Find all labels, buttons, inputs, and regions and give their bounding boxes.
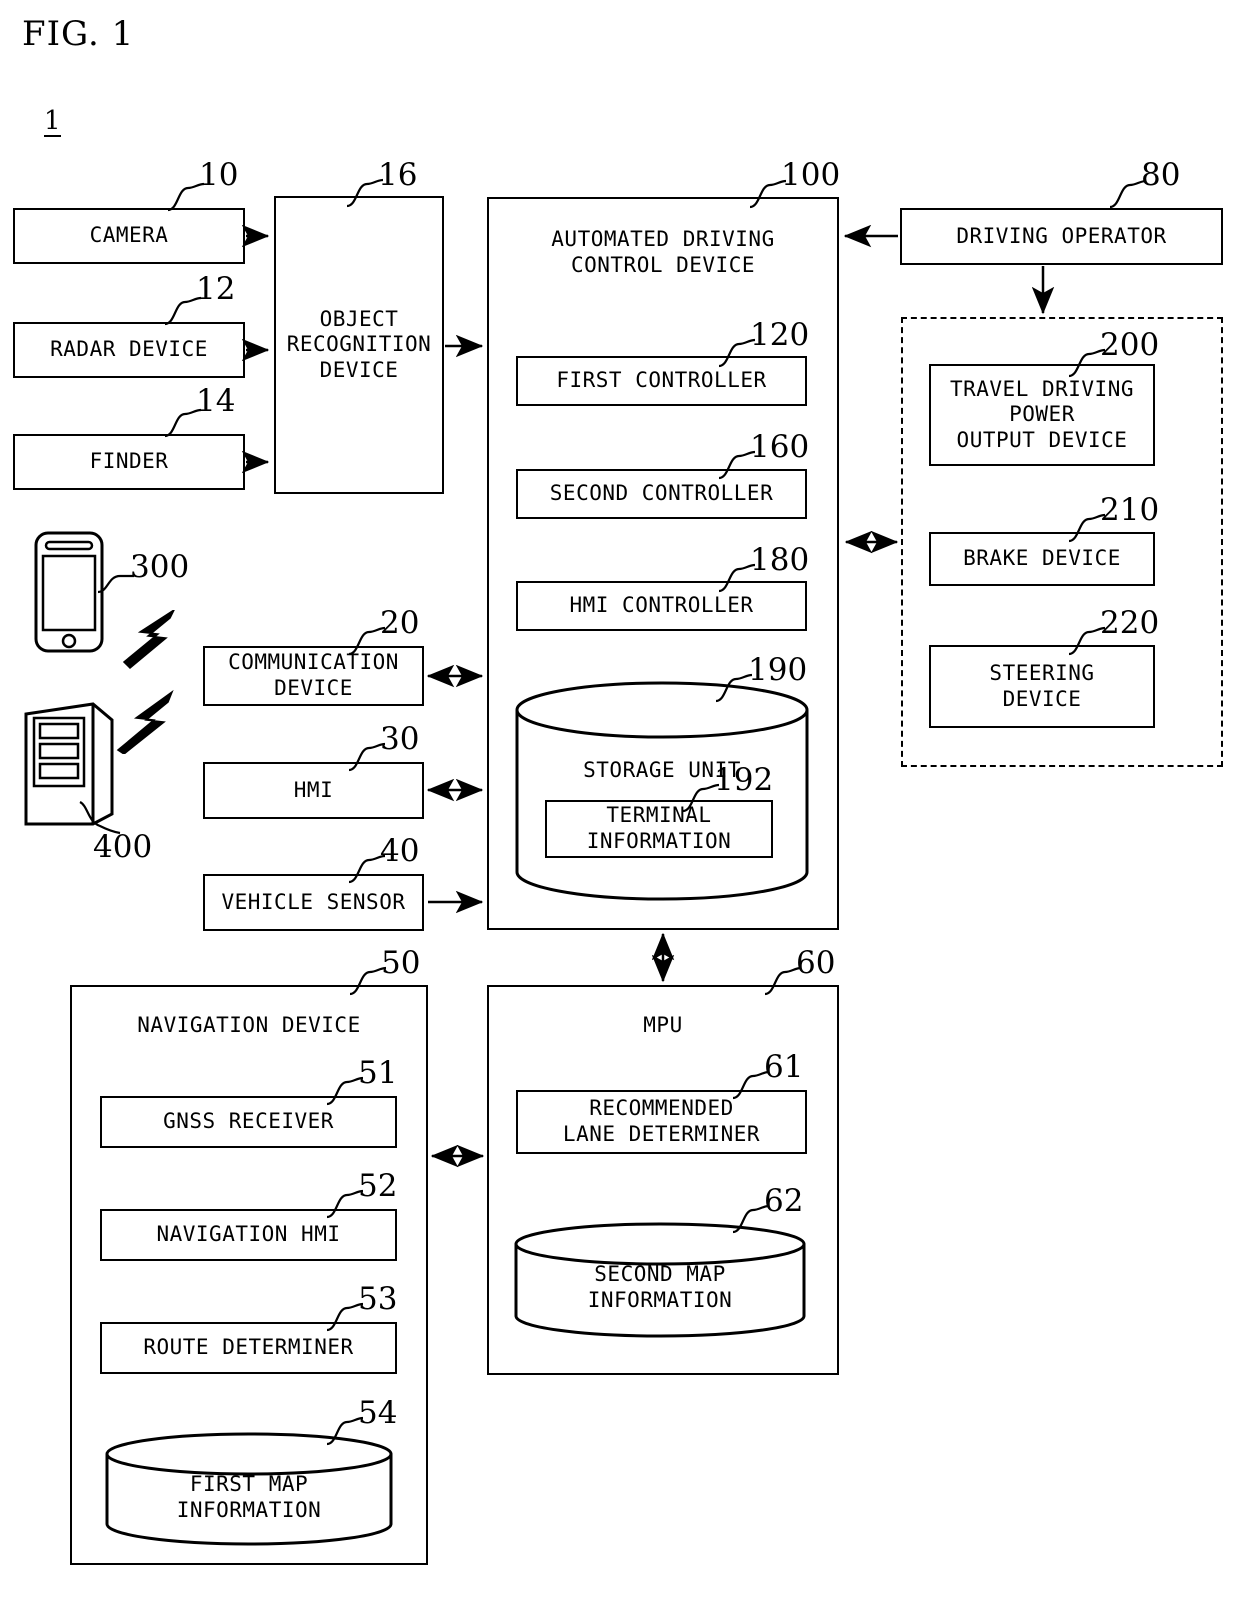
leader-line-52 bbox=[326, 1189, 364, 1219]
leader-line-61 bbox=[732, 1070, 770, 1100]
ref-numeral-210: 210 bbox=[1100, 492, 1160, 528]
leader-line-220 bbox=[1068, 626, 1106, 656]
leader-line-180 bbox=[718, 563, 756, 593]
ref-numeral-120: 120 bbox=[750, 317, 810, 353]
leader-line-160 bbox=[718, 450, 756, 480]
leader-line-12 bbox=[164, 296, 202, 326]
figure-canvas: FIG. 1 1 CAMERA RADAR DEVICE FINDER OBJE… bbox=[0, 0, 1240, 1622]
ref-numeral-180: 180 bbox=[750, 542, 810, 578]
leader-line-300 bbox=[97, 574, 134, 594]
ref-numeral-192: 192 bbox=[714, 762, 774, 798]
leader-line-210 bbox=[1068, 513, 1106, 543]
ref-numeral-100: 100 bbox=[781, 157, 841, 193]
leader-line-100 bbox=[749, 179, 787, 209]
ref-numeral-190: 190 bbox=[748, 652, 808, 688]
leader-line-62 bbox=[732, 1204, 770, 1234]
block-terminal-information[interactable]: TERMINAL INFORMATION bbox=[545, 800, 773, 858]
leader-line-50 bbox=[349, 966, 387, 996]
leader-line-120 bbox=[718, 338, 756, 368]
ref-numeral-160: 160 bbox=[750, 429, 810, 465]
leader-line-10 bbox=[167, 182, 205, 212]
leader-line-16 bbox=[346, 178, 384, 208]
leader-line-400 bbox=[79, 801, 121, 835]
leader-line-60 bbox=[764, 966, 802, 996]
leader-line-192 bbox=[682, 783, 720, 813]
ref-numeral-400: 400 bbox=[93, 829, 153, 865]
leader-line-200 bbox=[1068, 348, 1106, 378]
ref-numeral-220: 220 bbox=[1100, 605, 1160, 641]
leader-line-190 bbox=[715, 673, 753, 703]
leader-line-54 bbox=[326, 1416, 364, 1446]
leader-line-80 bbox=[1109, 179, 1147, 209]
leader-line-53 bbox=[326, 1302, 364, 1332]
leader-line-40 bbox=[348, 854, 386, 884]
ref-numeral-200: 200 bbox=[1100, 327, 1160, 363]
leader-line-20 bbox=[348, 626, 386, 656]
leader-line-30 bbox=[348, 742, 386, 772]
leader-line-14 bbox=[164, 408, 202, 438]
ref-numeral-300: 300 bbox=[130, 549, 190, 585]
leader-line-51 bbox=[326, 1076, 364, 1106]
